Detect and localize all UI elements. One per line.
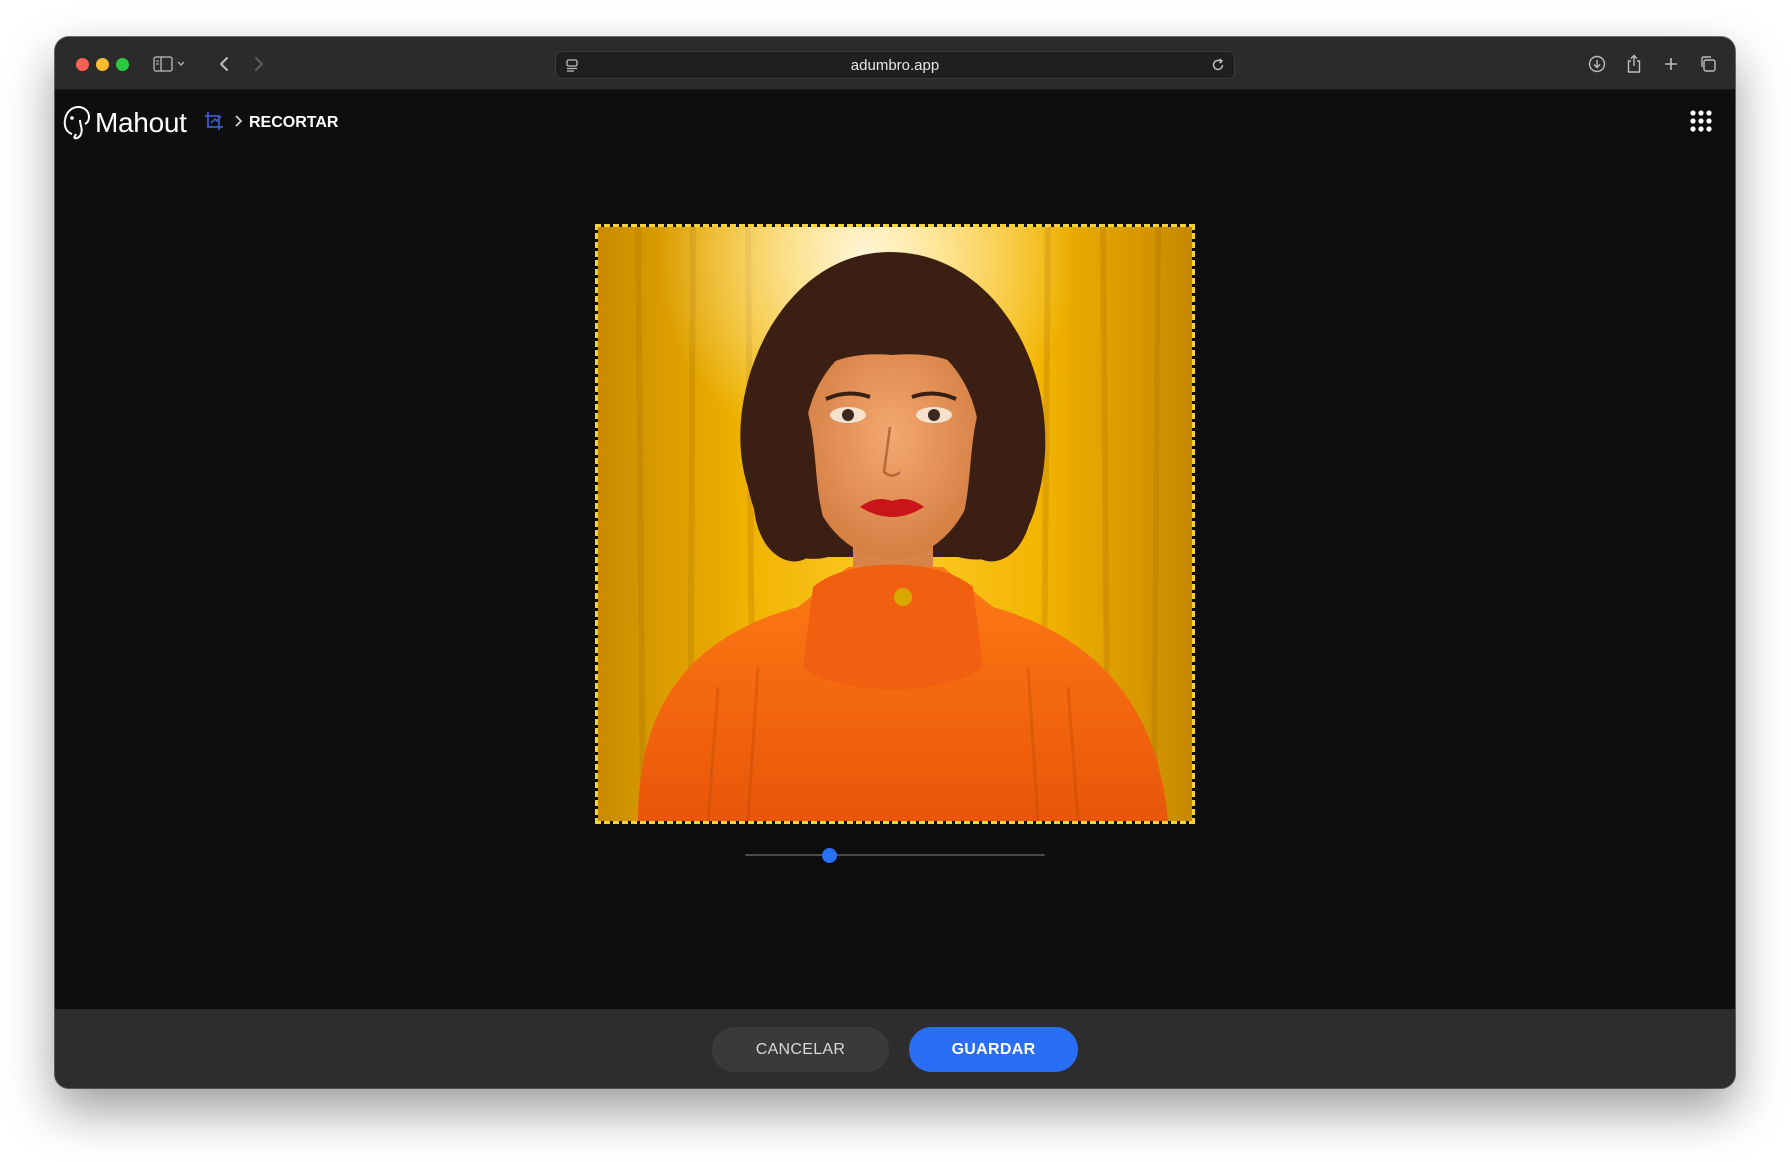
chevron-down-icon[interactable] [172,51,190,77]
forward-icon[interactable] [246,51,272,77]
share-icon[interactable] [1621,51,1647,77]
back-icon[interactable] [211,51,237,77]
zoom-slider-track[interactable] [745,854,1045,856]
zoom-window-button[interactable] [116,58,129,71]
breadcrumb-current: RECORTAR [249,114,339,131]
chevron-right-icon [233,112,245,135]
close-window-button[interactable] [76,58,89,71]
browser-window: adumbro.app Mahout RECORTAR CANCELAR GUA… [55,37,1735,1088]
minimize-window-button[interactable] [96,58,109,71]
save-button[interactable]: GUARDAR [909,1027,1078,1072]
crop-icon[interactable] [203,110,227,139]
url-text[interactable]: adumbro.app [556,52,1234,80]
tab-overview-icon[interactable] [1695,51,1721,77]
reload-icon[interactable] [1210,57,1226,78]
action-bar: CANCELAR GUARDAR [55,1009,1735,1088]
new-tab-icon[interactable] [1658,51,1684,77]
brand-logo[interactable]: Mahout [63,104,187,142]
mahout-logo-icon [63,105,91,140]
download-icon[interactable] [1584,51,1610,77]
brand-name: Mahout [95,107,187,138]
browser-titlebar: adumbro.app [55,37,1735,90]
address-bar[interactable]: adumbro.app [555,51,1235,79]
portrait-photo [598,227,1192,821]
crop-frame[interactable] [595,224,1195,824]
app-header: Mahout RECORTAR [55,90,1735,160]
cancel-button[interactable]: CANCELAR [712,1027,889,1072]
zoom-slider-thumb[interactable] [822,848,837,863]
zoom-slider[interactable] [745,845,1045,865]
apps-grid-icon[interactable] [1689,109,1713,133]
